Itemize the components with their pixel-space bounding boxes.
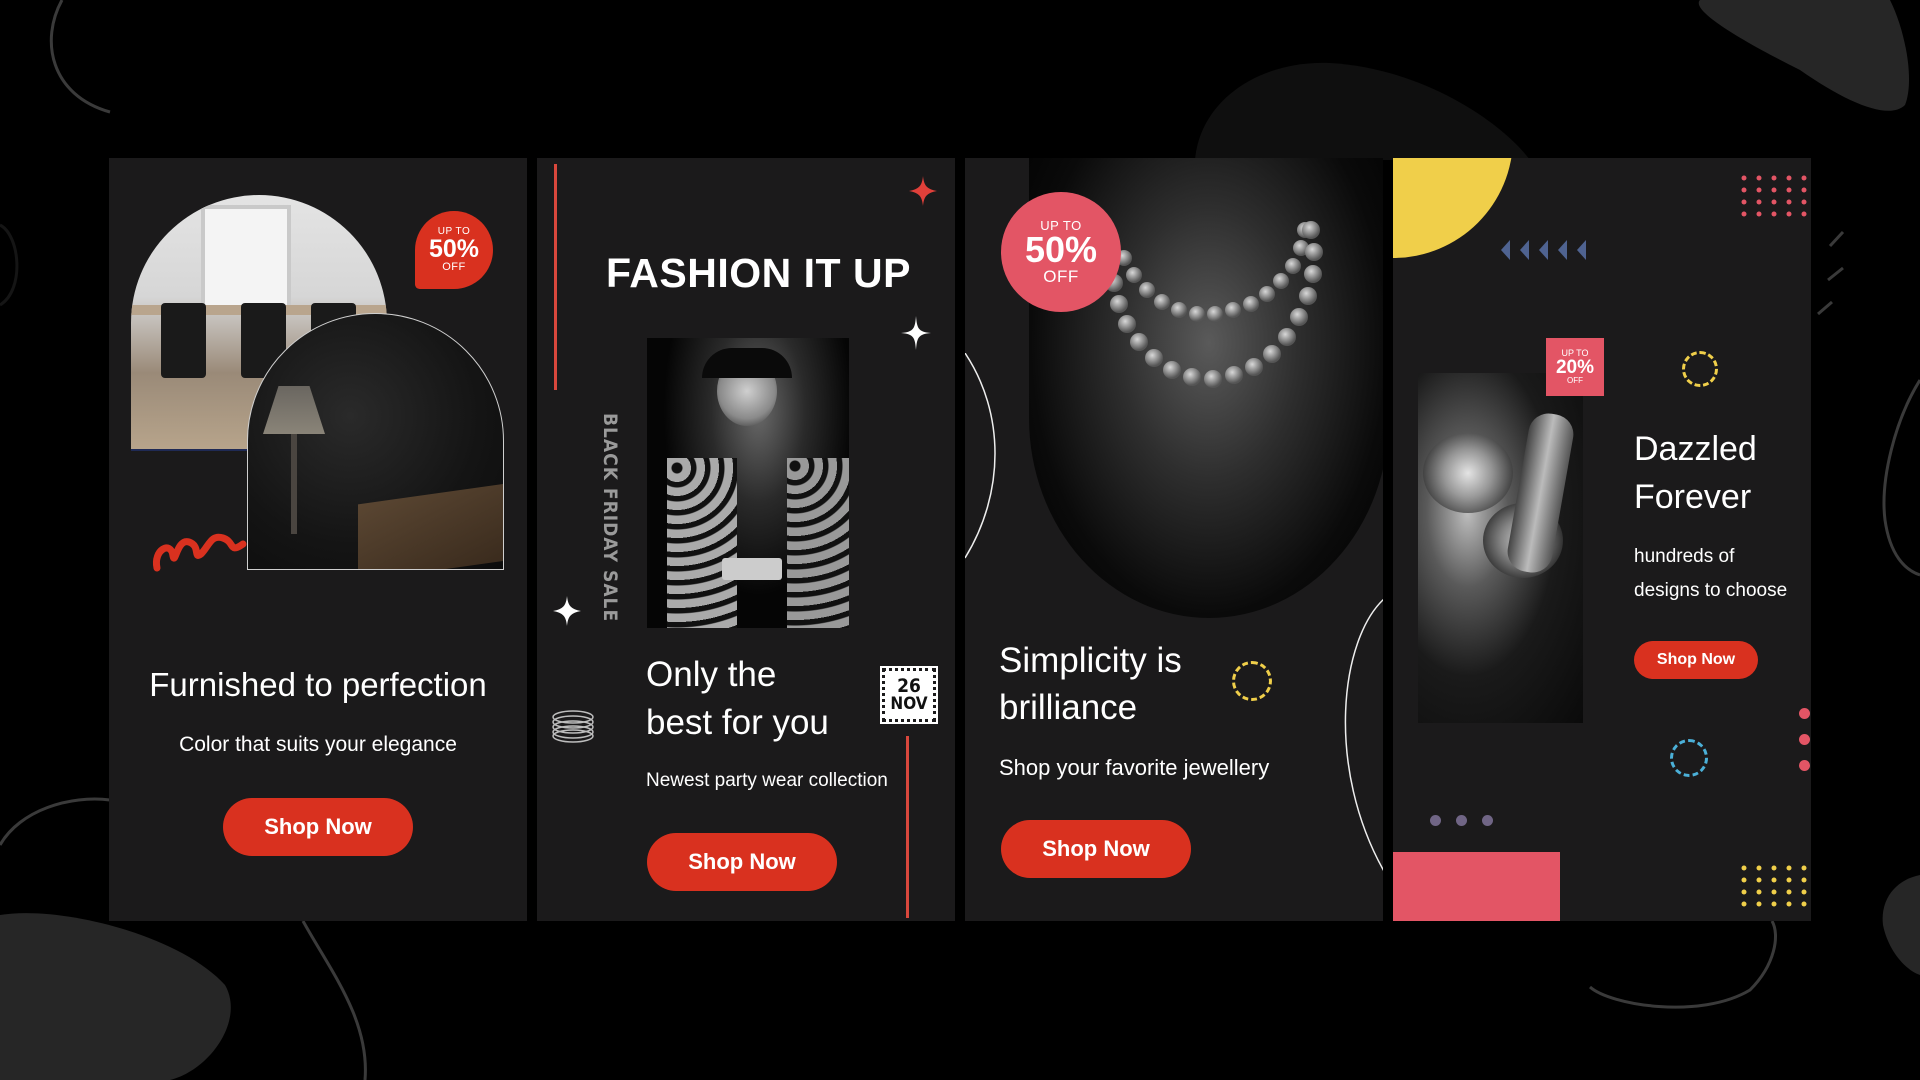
bg-line-right bbox=[1882, 379, 1920, 577]
headline-line2: best for you bbox=[646, 703, 829, 742]
subtitle-line1: hundreds of bbox=[1634, 546, 1735, 567]
shop-now-button[interactable]: Shop Now bbox=[1001, 820, 1191, 878]
diamond-ring-photo bbox=[1418, 373, 1583, 723]
bg-blob-right bbox=[1882, 875, 1920, 975]
bg-blob-bottom-left bbox=[0, 913, 231, 1080]
card-subtitle: Shop your favorite jewellery bbox=[999, 755, 1270, 780]
badge-value: 50% bbox=[428, 235, 480, 263]
promo-card-furniture: UP TO 50% OFF Furnished to perfection Co… bbox=[109, 158, 527, 921]
bg-line-bottom-left bbox=[301, 920, 367, 1080]
card-title: FASHION IT UP bbox=[606, 250, 911, 296]
card-subtitle: Newest party wear collection bbox=[646, 770, 888, 791]
bg-dash-3 bbox=[1817, 300, 1833, 316]
arc-line-right bbox=[1344, 598, 1383, 871]
bg-arc-top-left bbox=[49, 0, 111, 114]
red-sparkle-icon bbox=[909, 176, 937, 206]
dashed-circle-blue bbox=[1670, 739, 1708, 777]
discount-badge: UP TO 50% OFF bbox=[415, 211, 493, 289]
badge-off: OFF bbox=[442, 261, 466, 273]
white-sparkle-icon bbox=[901, 316, 931, 350]
discount-badge: UP TO 50% OFF bbox=[1001, 192, 1121, 312]
headline-line2: brilliance bbox=[999, 688, 1138, 727]
red-vertical-line-top bbox=[554, 164, 557, 390]
bg-blob-top-right bbox=[1698, 0, 1910, 111]
headline-line1: Only the bbox=[646, 655, 777, 694]
arc-line-left bbox=[965, 353, 996, 559]
shop-now-button[interactable]: Shop Now bbox=[647, 833, 837, 891]
card-subtitle: Color that suits your elegance bbox=[179, 733, 457, 756]
dashed-circle-yellow bbox=[1232, 661, 1272, 701]
promo-card-jewellery: UP TO 50% OFF Simplicity is brilliance S… bbox=[965, 158, 1383, 921]
promo-card-fashion: FASHION IT UP BLACK FRIDAY SALE Only the… bbox=[537, 158, 955, 921]
date-month: NOV bbox=[890, 694, 928, 714]
headline-line1: Simplicity is bbox=[999, 641, 1182, 680]
pink-dot-3 bbox=[1799, 760, 1810, 771]
pink-dot-2 bbox=[1799, 734, 1810, 745]
squiggle-decor bbox=[152, 533, 247, 572]
promo-card-rings: UP TO 20% OFF Dazzled Forever hundreds o… bbox=[1393, 158, 1811, 921]
pink-dot-1 bbox=[1799, 708, 1810, 719]
badge-value: 20% bbox=[1555, 357, 1595, 378]
subtitle-line2: designs to choose bbox=[1634, 580, 1788, 601]
bg-blob-top-center bbox=[1195, 62, 1530, 160]
four-point-star-icon bbox=[553, 596, 581, 626]
yellow-dot-grid bbox=[1741, 865, 1807, 907]
shop-now-button[interactable]: Shop Now bbox=[223, 798, 413, 856]
fashion-model-photo bbox=[647, 338, 849, 628]
pink-dot-grid bbox=[1741, 175, 1807, 217]
lamp-desk-photo bbox=[247, 313, 504, 570]
purple-dot-3 bbox=[1482, 815, 1493, 826]
bg-dash-1 bbox=[1828, 230, 1845, 248]
headline-line1: Dazzled bbox=[1634, 430, 1757, 468]
dashed-circle-yellow bbox=[1682, 351, 1718, 387]
badge-off: OFF bbox=[1043, 267, 1079, 286]
bg-arc-left bbox=[0, 223, 19, 307]
vertical-sale-label: BLACK FRIDAY SALE bbox=[599, 413, 621, 623]
purple-dot-1 bbox=[1430, 815, 1441, 826]
card-title: Furnished to perfection bbox=[149, 666, 487, 703]
shop-now-button[interactable]: Shop Now bbox=[1634, 641, 1758, 679]
pink-rectangle bbox=[1393, 852, 1560, 921]
discount-badge: UP TO 20% OFF bbox=[1546, 338, 1604, 396]
date-stamp: 26 NOV bbox=[880, 666, 938, 724]
bg-arc-bottom-left bbox=[0, 797, 111, 846]
headline-line2: Forever bbox=[1634, 478, 1752, 516]
bg-arc-bottom-right bbox=[1588, 920, 1777, 1009]
badge-value: 50% bbox=[1024, 229, 1098, 270]
red-vertical-line-bottom bbox=[906, 736, 909, 918]
purple-dot-2 bbox=[1456, 815, 1467, 826]
chevron-arrows-icon bbox=[1501, 240, 1586, 260]
badge-off: OFF bbox=[1567, 376, 1583, 385]
yellow-quarter-circle bbox=[1393, 158, 1513, 258]
bg-dash-2 bbox=[1827, 266, 1844, 282]
coil-rings-icon bbox=[552, 710, 594, 743]
